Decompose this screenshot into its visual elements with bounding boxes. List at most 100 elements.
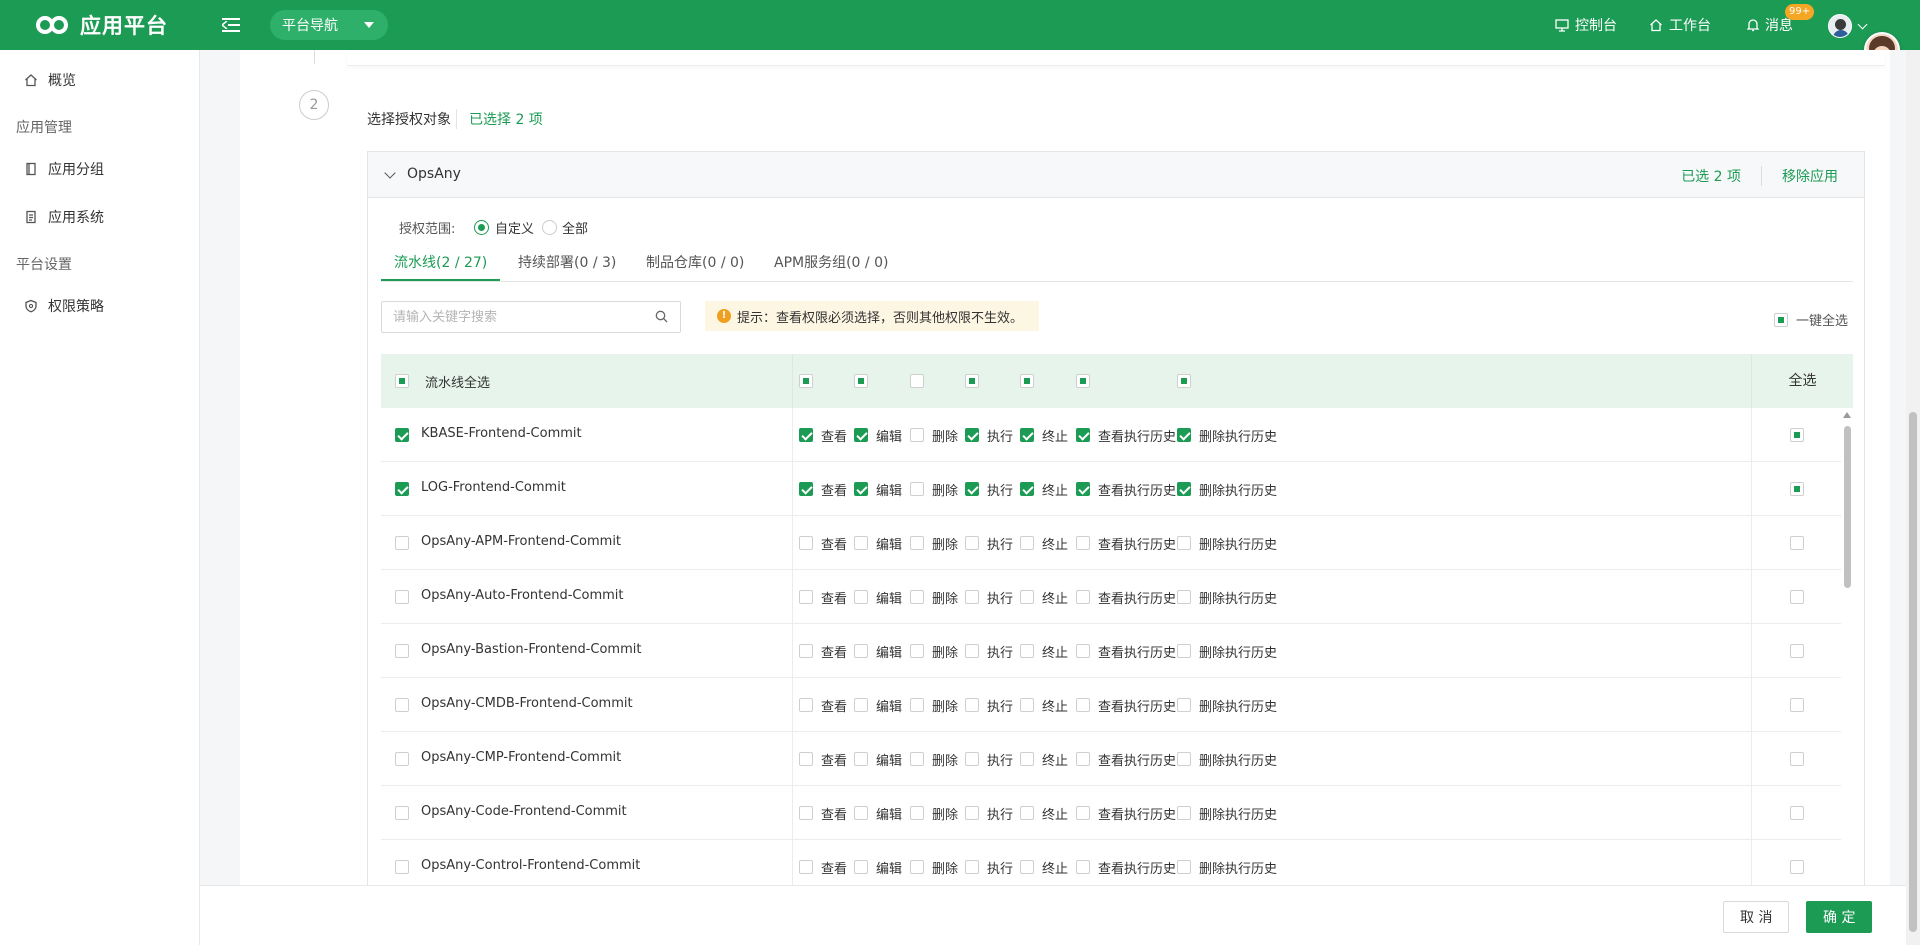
permission-label[interactable]: 删除执行历史 (1199, 804, 1277, 823)
workbench-link[interactable]: 工作台 (1649, 0, 1711, 50)
permission-label[interactable]: 删除执行历史 (1199, 426, 1277, 445)
permission-checkbox[interactable] (1177, 590, 1191, 604)
row-select-checkbox[interactable] (395, 428, 409, 442)
row-select-all-checkbox[interactable] (1790, 698, 1804, 712)
permission-label[interactable]: 终止 (1042, 696, 1068, 715)
permission-label[interactable]: 删除执行历史 (1199, 480, 1277, 499)
permission-label[interactable]: 查看 (821, 750, 847, 769)
permission-checkbox[interactable] (1020, 644, 1034, 658)
row-select-all-checkbox[interactable] (1790, 860, 1804, 874)
permission-checkbox[interactable] (1177, 752, 1191, 766)
permission-label[interactable]: 删除 (932, 534, 958, 553)
row-select-all-checkbox[interactable] (1790, 428, 1804, 442)
permission-checkbox[interactable] (910, 428, 924, 442)
permission-label[interactable]: 执行 (987, 750, 1013, 769)
permission-checkbox[interactable] (854, 860, 868, 874)
cancel-button[interactable]: 取 消 (1723, 901, 1790, 933)
permission-label[interactable]: 执行 (987, 642, 1013, 661)
permission-label[interactable]: 编辑 (876, 858, 902, 877)
permission-label[interactable]: 查看 (821, 858, 847, 877)
permission-checkbox[interactable] (799, 590, 813, 604)
permission-checkbox[interactable] (799, 860, 813, 874)
permission-checkbox[interactable] (1177, 536, 1191, 550)
remove-app-link[interactable]: 移除应用 (1761, 166, 1838, 186)
sidebar-item-app-system[interactable]: 应用系统 (24, 207, 104, 227)
header-permission-checkbox[interactable] (799, 374, 813, 388)
permission-checkbox[interactable] (854, 806, 868, 820)
permission-checkbox[interactable] (1020, 752, 1034, 766)
permission-label[interactable]: 终止 (1042, 480, 1068, 499)
permission-label[interactable]: 查看 (821, 426, 847, 445)
permission-label[interactable]: 删除 (932, 750, 958, 769)
permission-label[interactable]: 终止 (1042, 534, 1068, 553)
permission-label[interactable]: 查看 (821, 642, 847, 661)
permission-label[interactable]: 编辑 (876, 426, 902, 445)
permission-label[interactable]: 执行 (987, 426, 1013, 445)
permission-label[interactable]: 删除执行历史 (1199, 534, 1277, 553)
permission-label[interactable]: 删除执行历史 (1199, 588, 1277, 607)
row-select-checkbox[interactable] (395, 536, 409, 550)
platform-nav-dropdown[interactable]: 平台导航 (270, 10, 388, 40)
permission-checkbox[interactable] (1177, 644, 1191, 658)
permission-label[interactable]: 终止 (1042, 642, 1068, 661)
confirm-button[interactable]: 确 定 (1806, 901, 1873, 933)
permission-checkbox[interactable] (1020, 860, 1034, 874)
permission-checkbox[interactable] (1076, 860, 1090, 874)
permission-label[interactable]: 编辑 (876, 534, 902, 553)
permission-checkbox[interactable] (1076, 752, 1090, 766)
one-key-select-all[interactable]: 一键全选 (1773, 310, 1848, 329)
permission-label[interactable]: 查看执行历史 (1098, 804, 1176, 823)
permission-checkbox[interactable] (1020, 590, 1034, 604)
permission-label[interactable]: 查看 (821, 804, 847, 823)
permission-checkbox[interactable] (1076, 482, 1090, 496)
permission-label[interactable]: 查看执行历史 (1098, 858, 1176, 877)
permission-label[interactable]: 删除执行历史 (1199, 858, 1277, 877)
permission-checkbox[interactable] (1020, 482, 1034, 496)
row-select-all-checkbox[interactable] (1790, 536, 1804, 550)
permission-label[interactable]: 删除执行历史 (1199, 750, 1277, 769)
permission-checkbox[interactable] (854, 482, 868, 496)
permission-checkbox[interactable] (910, 752, 924, 766)
permission-label[interactable]: 查看 (821, 588, 847, 607)
permission-label[interactable]: 删除 (932, 696, 958, 715)
menu-collapse-icon[interactable] (222, 15, 242, 35)
tab-pipeline[interactable]: 流水线(2 / 27) (394, 252, 487, 272)
permission-label[interactable]: 执行 (987, 534, 1013, 553)
permission-label[interactable]: 查看执行历史 (1098, 750, 1176, 769)
permission-checkbox[interactable] (854, 590, 868, 604)
row-select-checkbox[interactable] (395, 752, 409, 766)
permission-checkbox[interactable] (854, 752, 868, 766)
one-key-checkbox[interactable] (1773, 312, 1788, 327)
search-icon[interactable] (655, 310, 668, 323)
permission-checkbox[interactable] (965, 536, 979, 550)
permission-label[interactable]: 查看执行历史 (1098, 696, 1176, 715)
permission-checkbox[interactable] (1020, 698, 1034, 712)
permission-checkbox[interactable] (1177, 482, 1191, 496)
permission-label[interactable]: 编辑 (876, 696, 902, 715)
permission-checkbox[interactable] (799, 806, 813, 820)
permission-checkbox[interactable] (1076, 806, 1090, 820)
permission-label[interactable]: 终止 (1042, 858, 1068, 877)
permission-label[interactable]: 编辑 (876, 588, 902, 607)
permission-checkbox[interactable] (910, 698, 924, 712)
permission-checkbox[interactable] (854, 536, 868, 550)
permission-checkbox[interactable] (799, 644, 813, 658)
header-permission-checkbox[interactable] (854, 374, 868, 388)
permission-checkbox[interactable] (854, 644, 868, 658)
permission-label[interactable]: 执行 (987, 480, 1013, 499)
permission-label[interactable]: 删除 (932, 858, 958, 877)
permission-checkbox[interactable] (965, 860, 979, 874)
permission-checkbox[interactable] (1076, 428, 1090, 442)
permission-checkbox[interactable] (1177, 698, 1191, 712)
permission-checkbox[interactable] (1076, 644, 1090, 658)
row-select-checkbox[interactable] (395, 698, 409, 712)
row-select-all-checkbox[interactable] (1790, 590, 1804, 604)
permission-checkbox[interactable] (854, 428, 868, 442)
row-select-all-checkbox[interactable] (1790, 482, 1804, 496)
permission-label[interactable]: 编辑 (876, 480, 902, 499)
permission-checkbox[interactable] (965, 644, 979, 658)
permission-checkbox[interactable] (1076, 590, 1090, 604)
table-scroll-thumb[interactable] (1844, 426, 1851, 588)
permission-label[interactable]: 编辑 (876, 804, 902, 823)
scope-custom-label[interactable]: 自定义 (495, 218, 534, 237)
